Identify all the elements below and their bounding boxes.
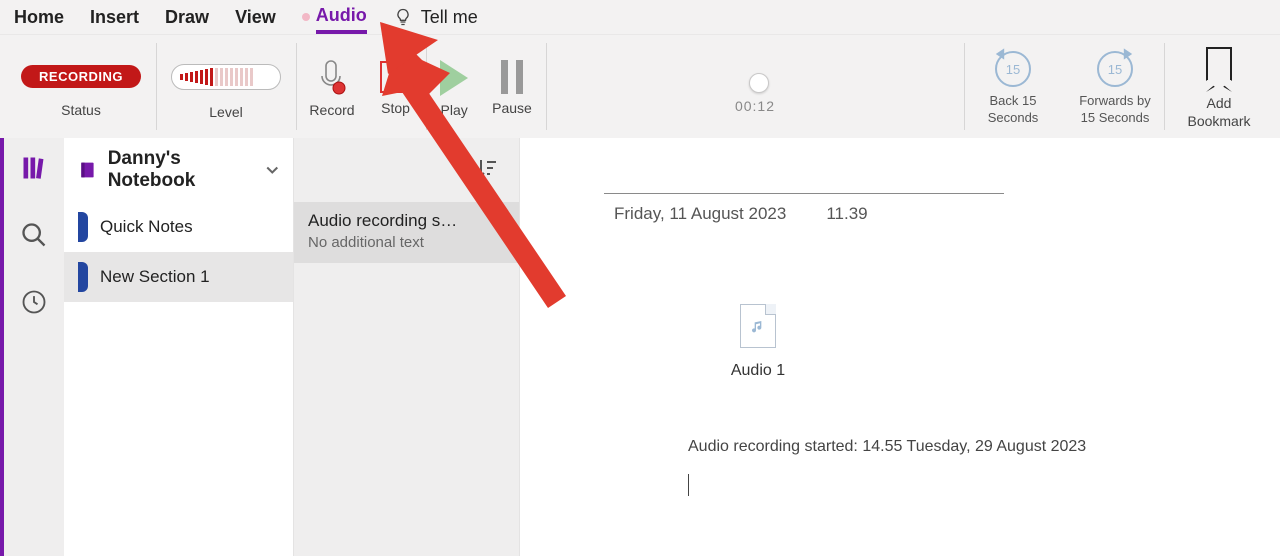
- work-area: Danny's Notebook Quick Notes New Section…: [0, 138, 1280, 556]
- audio-attachment[interactable]: Audio 1: [698, 304, 818, 380]
- record-label: Record: [309, 102, 354, 118]
- notebook-icon: [78, 159, 98, 181]
- notebook-name: Danny's Notebook: [108, 148, 257, 192]
- level-label: Level: [209, 104, 242, 120]
- text-cursor: [688, 474, 689, 496]
- section-label: Quick Notes: [100, 217, 193, 237]
- pause-icon: [501, 60, 523, 94]
- left-rail: [0, 138, 64, 556]
- audio-file-icon: [740, 304, 776, 348]
- ribbon-tabs: Home Insert Draw View Audio Tell me: [0, 0, 1280, 34]
- tab-insert[interactable]: Insert: [90, 3, 139, 32]
- page-title-input[interactable]: [604, 162, 1004, 194]
- seek-thumb[interactable]: [749, 73, 769, 93]
- page-list-tools: [294, 138, 519, 202]
- forward-15-label: Forwards by 15 Seconds: [1071, 93, 1159, 126]
- pause-button[interactable]: Pause: [492, 60, 532, 118]
- section-new-section-1[interactable]: New Section 1: [64, 252, 293, 302]
- back-15-button[interactable]: 15 Back 15 Seconds: [969, 51, 1057, 126]
- tell-me[interactable]: Tell me: [393, 7, 478, 28]
- audio-ribbon: RECORDING Status Level Record: [0, 34, 1280, 138]
- notebooks-rail-button[interactable]: [20, 154, 48, 187]
- note-canvas[interactable]: Friday, 11 August 2023 11.39 Audio 1 Aud…: [520, 138, 1280, 556]
- group-play-pause: Play Pause: [426, 35, 546, 138]
- forward-15-button[interactable]: 15 Forwards by 15 Seconds: [1071, 51, 1159, 126]
- tab-home[interactable]: Home: [14, 3, 64, 32]
- group-record-stop: Record Stop: [296, 35, 426, 138]
- page-date: Friday, 11 August 2023: [614, 204, 786, 224]
- add-bookmark-button[interactable]: Add Bookmark: [1176, 43, 1262, 130]
- audio-attachment-label: Audio 1: [698, 362, 818, 380]
- tab-draw[interactable]: Draw: [165, 3, 209, 32]
- sort-icon: [475, 156, 499, 180]
- section-nav: Danny's Notebook Quick Notes New Section…: [64, 138, 294, 556]
- page-list: Audio recording s… No additional text: [294, 138, 520, 556]
- section-tab-icon: [78, 262, 88, 292]
- search-rail-button[interactable]: [20, 221, 48, 254]
- group-level: Level: [156, 35, 296, 138]
- back-15-icon: 15: [995, 51, 1031, 87]
- section-label: New Section 1: [100, 267, 210, 287]
- notebook-picker[interactable]: Danny's Notebook: [64, 138, 293, 202]
- group-status: RECORDING Status: [6, 35, 156, 138]
- stop-label: Stop: [381, 100, 410, 116]
- play-button[interactable]: Play: [440, 60, 468, 118]
- sort-pages-button[interactable]: [475, 156, 499, 185]
- recent-rail-button[interactable]: [20, 288, 48, 321]
- bookmark-icon: [1206, 47, 1232, 81]
- lightbulb-icon: [393, 7, 413, 27]
- section-quick-notes[interactable]: Quick Notes: [64, 202, 293, 252]
- page-item-title: Audio recording s…: [308, 210, 505, 233]
- microphone-icon: [317, 60, 347, 96]
- pause-label: Pause: [492, 100, 532, 116]
- add-bookmark-label: Add Bookmark: [1176, 95, 1262, 130]
- page-time: 11.39: [826, 204, 867, 224]
- page-item[interactable]: Audio recording s… No additional text: [294, 202, 519, 263]
- status-badge: RECORDING: [21, 65, 141, 88]
- seek-time: 00:12: [735, 98, 775, 114]
- search-icon: [20, 221, 48, 249]
- section-tab-icon: [78, 212, 88, 242]
- forward-15-icon: 15: [1097, 51, 1133, 87]
- back-15-label: Back 15 Seconds: [969, 93, 1057, 126]
- chevron-down-icon: [266, 163, 279, 177]
- recording-dot-icon: [302, 13, 310, 21]
- group-seek-buttons: 15 Back 15 Seconds 15 Forwards by 15 Sec…: [964, 35, 1164, 138]
- tab-view[interactable]: View: [235, 3, 276, 32]
- books-icon: [20, 154, 48, 182]
- clock-icon: [20, 288, 48, 316]
- group-bookmark: Add Bookmark: [1164, 35, 1274, 138]
- play-label: Play: [441, 102, 468, 118]
- stop-icon: [379, 60, 413, 94]
- recording-started-text: Audio recording started: 14.55 Tuesday, …: [688, 438, 1252, 456]
- page-item-subtitle: No additional text: [308, 233, 505, 253]
- tell-me-label: Tell me: [421, 7, 478, 28]
- record-button[interactable]: Record: [309, 60, 354, 118]
- level-meter: [171, 64, 281, 90]
- status-label: Status: [61, 102, 101, 118]
- group-seek-slider: 00:12: [546, 35, 964, 138]
- tab-audio[interactable]: Audio: [316, 1, 367, 34]
- stop-button[interactable]: Stop: [379, 60, 413, 118]
- play-icon: [440, 60, 468, 96]
